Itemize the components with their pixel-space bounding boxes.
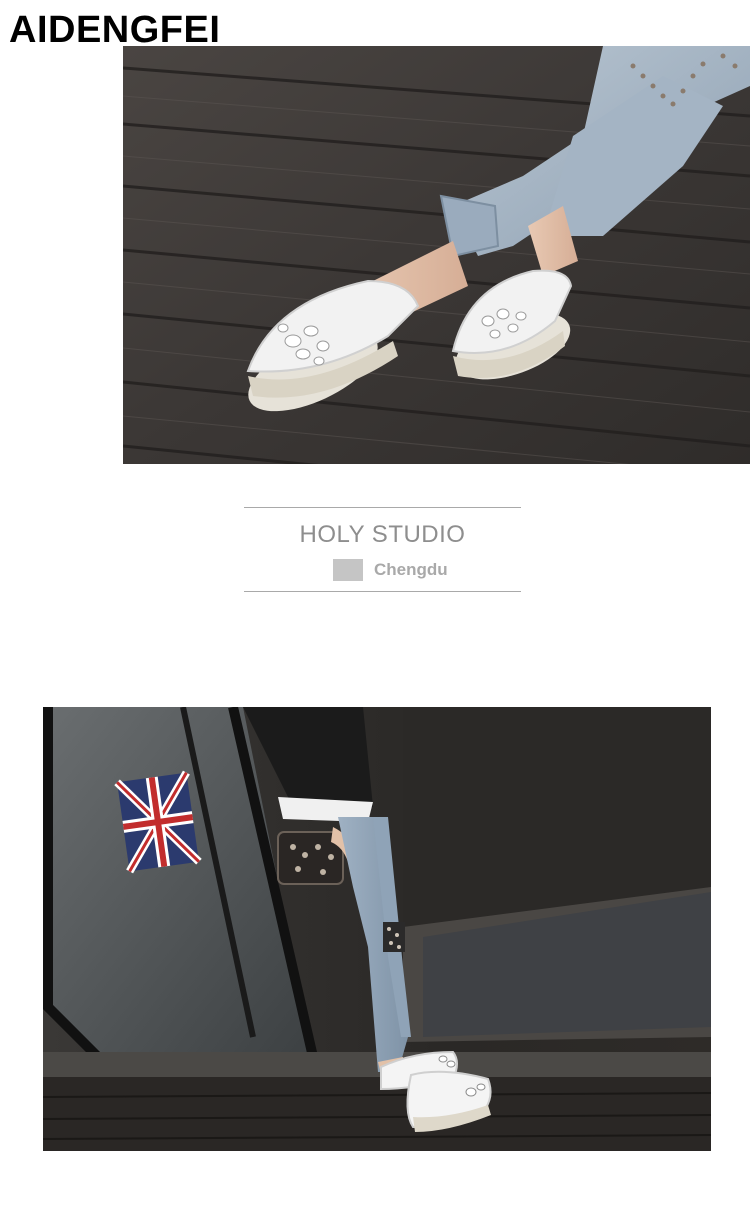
studio-caption: HOLY STUDIO Chengdu [244,507,521,592]
studio-title: HOLY STUDIO [299,521,466,548]
divider-bottom [244,591,521,592]
studio-swatch [333,559,363,581]
studio-city: Chengdu [374,560,448,579]
photo-bottom-illustration [43,707,711,1151]
product-photo-top [123,46,750,464]
product-photo-bottom [43,707,711,1151]
photo-top-illustration [123,46,750,464]
divider-top [244,507,521,508]
